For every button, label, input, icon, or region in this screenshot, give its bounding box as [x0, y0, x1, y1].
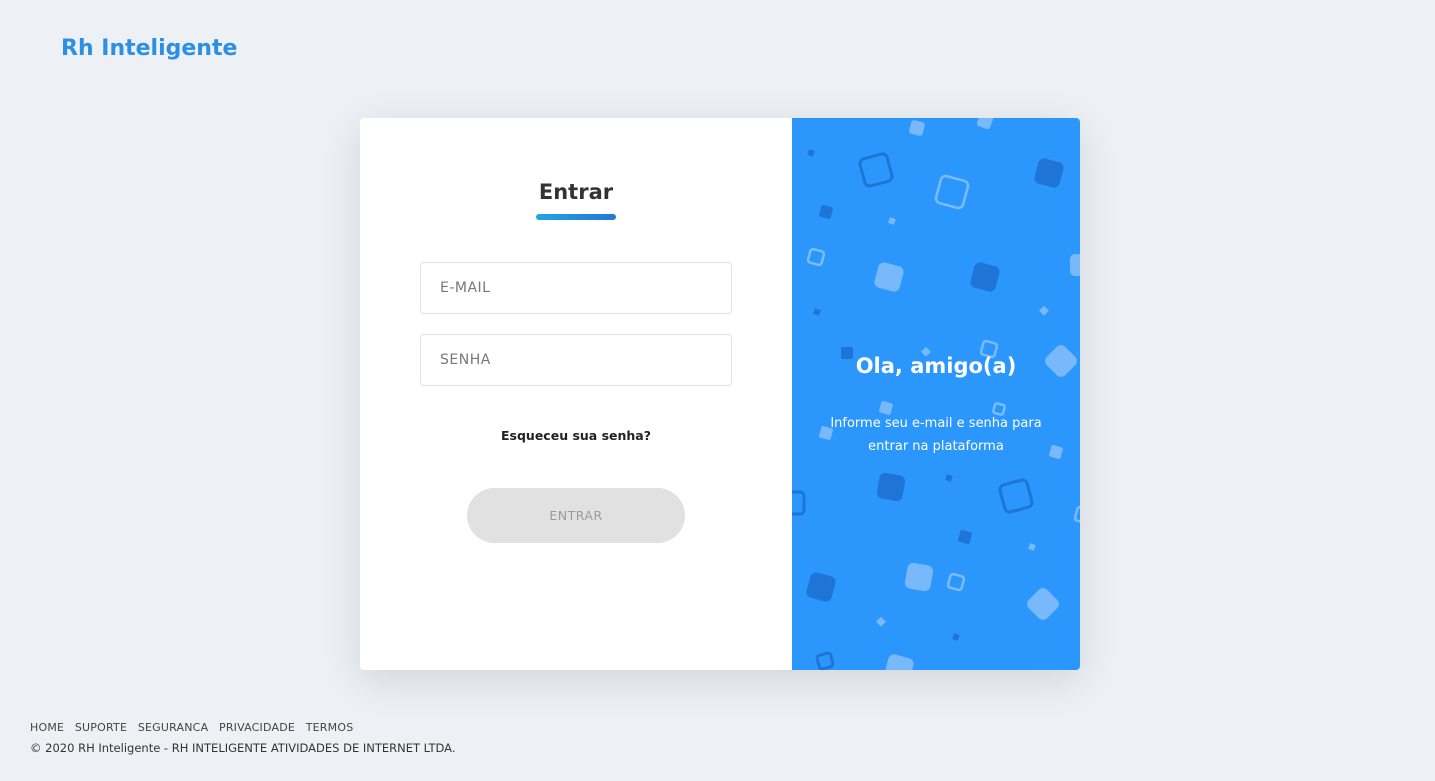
footer-nav: HOME SUPORTE SEGURANCA PRIVACIDADE TERMO…: [30, 721, 360, 734]
forgot-password-link[interactable]: Esqueceu sua senha?: [360, 428, 792, 443]
footer-link-privacidade[interactable]: PRIVACIDADE: [219, 721, 295, 734]
welcome-message: Informe seu e-mail e senha para entrar n…: [830, 416, 1042, 454]
footer-link-termos[interactable]: TERMOS: [306, 721, 354, 734]
footer-copyright: © 2020 RH Inteligente - RH INTELIGENTE A…: [30, 741, 456, 755]
brand-logo[interactable]: Rh Inteligente: [61, 36, 237, 61]
email-field[interactable]: [420, 262, 732, 314]
decorative-squares-pattern: [792, 118, 1080, 670]
welcome-panel: Ola, amigo(a) Informe seu e-mail e senha…: [792, 118, 1080, 670]
login-button[interactable]: ENTRAR: [467, 488, 685, 543]
welcome-heading: Ola, amigo(a): [855, 354, 1017, 378]
footer-link-seguranca[interactable]: SEGURANCA: [138, 721, 208, 734]
footer-link-suporte[interactable]: SUPORTE: [75, 721, 127, 734]
title-underline: [536, 214, 616, 220]
login-panel: Entrar Esqueceu sua senha? ENTRAR: [360, 118, 792, 670]
page-title: Entrar: [538, 180, 614, 204]
password-field[interactable]: [420, 334, 732, 386]
login-card: Entrar Esqueceu sua senha? ENTRAR: [360, 118, 1080, 670]
footer-link-home[interactable]: HOME: [30, 721, 64, 734]
